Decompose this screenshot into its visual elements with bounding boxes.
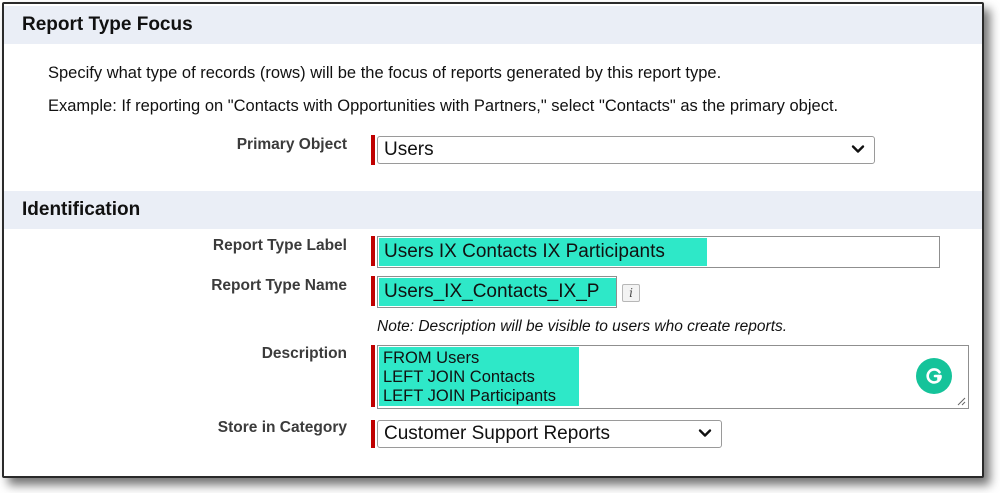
section-title: Report Type Focus	[22, 14, 193, 35]
description-label: Description	[261, 345, 347, 362]
store-in-category-value: Customer Support Reports	[384, 423, 610, 444]
primary-object-select[interactable]: Users	[377, 136, 875, 164]
required-indicator	[371, 276, 375, 306]
section-header-identification: Identification	[4, 191, 982, 229]
primary-object-value: Users	[384, 139, 434, 160]
description-line: LEFT JOIN Participants	[383, 387, 557, 405]
chevron-down-icon	[851, 145, 865, 153]
report-type-label-input[interactable]: Users IX Contacts IX Participants	[377, 236, 940, 268]
required-indicator	[371, 420, 375, 448]
description-textarea[interactable]: FROM Users LEFT JOIN Contacts LEFT JOIN …	[377, 345, 969, 409]
primary-object-label: Primary Object	[236, 136, 347, 153]
store-in-category-select[interactable]: Customer Support Reports	[377, 420, 722, 448]
description-line: LEFT JOIN Contacts	[383, 368, 535, 386]
report-type-name-label: Report Type Name	[211, 277, 347, 294]
intro-text-line-2: Example: If reporting on "Contacts with …	[48, 97, 839, 115]
info-icon[interactable]: i	[622, 284, 640, 302]
section-title: Identification	[22, 199, 141, 220]
report-type-label-value: Users IX Contacts IX Participants	[384, 241, 665, 262]
resize-grip-icon[interactable]	[956, 396, 966, 406]
required-indicator	[371, 345, 375, 407]
report-type-form: Report Type Focus Specify what type of r…	[2, 2, 984, 478]
report-type-label-label: Report Type Label	[212, 237, 347, 254]
intro-text-line-1: Specify what type of records (rows) will…	[48, 64, 722, 82]
description-note: Note: Description will be visible to use…	[377, 318, 788, 335]
report-type-name-input[interactable]: Users_IX_Contacts_IX_P	[377, 276, 617, 308]
grammarly-icon[interactable]	[916, 358, 952, 394]
store-in-category-label: Store in Category	[217, 419, 347, 436]
description-line: FROM Users	[383, 349, 480, 367]
required-indicator	[371, 236, 375, 266]
report-type-name-value: Users_IX_Contacts_IX_P	[384, 281, 600, 302]
grammarly-g-glyph	[926, 368, 942, 384]
chevron-down-icon	[698, 429, 712, 437]
section-header-report-type-focus: Report Type Focus	[4, 6, 982, 44]
required-indicator	[371, 135, 375, 165]
